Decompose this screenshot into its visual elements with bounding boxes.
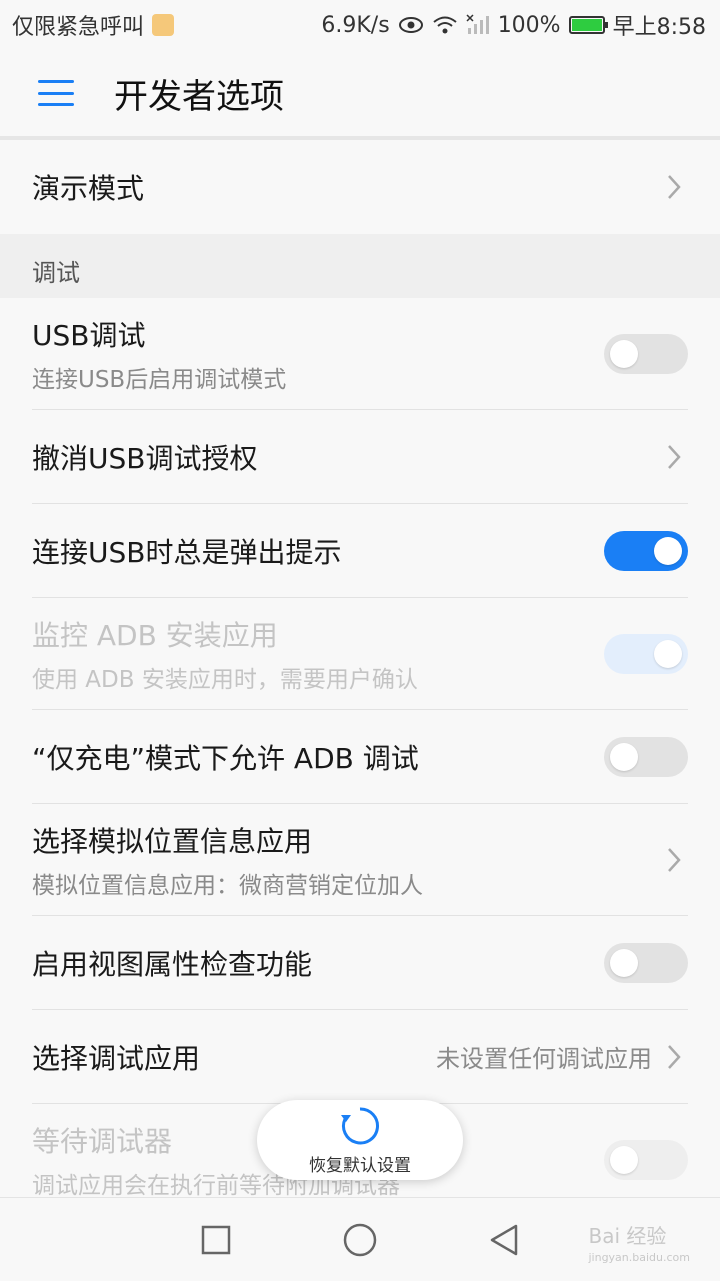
row-title: 连接USB时总是弹出提示	[32, 535, 342, 569]
notification-icon	[152, 14, 175, 36]
row-select-debug-app[interactable]: 选择调试应用 未设置任何调试应用	[32, 1010, 688, 1104]
row-monitor-adb: 监控 ADB 安装应用 使用 ADB 安装应用时，需要用户确认	[32, 598, 688, 710]
row-title: “仅充电”模式下允许 ADB 调试	[32, 741, 419, 775]
row-subtitle: 使用 ADB 安装应用时，需要用户确认	[32, 666, 418, 693]
row-title: 启用视图属性检查功能	[32, 947, 313, 981]
row-usb-prompt[interactable]: 连接USB时总是弹出提示	[32, 504, 688, 598]
watermark-brand: Bai 经验	[588, 1224, 667, 1248]
usb-prompt-toggle[interactable]	[604, 530, 688, 571]
back-icon[interactable]	[488, 1223, 520, 1257]
eye-icon	[398, 17, 423, 33]
restore-defaults-button[interactable]: 恢复默认设置	[257, 1100, 463, 1180]
watermark-url: jingyan.baidu.com	[588, 1251, 690, 1264]
row-title: 监控 ADB 安装应用	[32, 618, 278, 652]
row-subtitle: 连接USB后启用调试模式	[32, 366, 287, 393]
monitor-adb-toggle	[604, 633, 688, 674]
row-demo-mode[interactable]: 演示模式	[32, 140, 688, 234]
recents-icon[interactable]	[200, 1224, 232, 1256]
network-speed: 6.9K/s	[321, 12, 390, 38]
row-title: 选择调试应用	[32, 1041, 201, 1075]
signal-icon	[466, 14, 489, 34]
row-value: 未设置任何调试应用	[436, 1045, 652, 1073]
row-title: USB调试	[32, 318, 146, 352]
row-mock-location[interactable]: 选择模拟位置信息应用 模拟位置信息应用：微商营销定位加人	[32, 804, 688, 916]
watermark: Bai 经验 jingyan.baidu.com	[588, 1220, 690, 1264]
chevron-right-icon	[668, 444, 681, 469]
home-icon[interactable]	[342, 1222, 378, 1258]
row-title: 选择模拟位置信息应用	[32, 824, 313, 858]
battery-icon	[568, 16, 608, 34]
page-title: 开发者选项	[114, 76, 284, 117]
carrier-text: 仅限紧急呼叫	[12, 15, 145, 40]
refresh-icon	[341, 1106, 379, 1144]
chevron-right-icon	[668, 175, 681, 199]
usb-debugging-toggle[interactable]	[604, 333, 688, 374]
wifi-icon	[433, 16, 457, 34]
section-header-debug: 调试	[0, 234, 720, 298]
wait-debugger-toggle	[604, 1140, 688, 1180]
charge-only-adb-toggle[interactable]	[604, 736, 688, 777]
chevron-right-icon	[668, 1044, 681, 1069]
row-view-attr-inspection[interactable]: 启用视图属性检查功能	[32, 916, 688, 1010]
settings-list[interactable]: 演示模式 调试 USB调试 连接USB后启用调试模式 撤消USB调试授权 连接U…	[0, 140, 720, 1197]
row-subtitle: 模拟位置信息应用：微商营销定位加人	[32, 872, 423, 899]
chevron-right-icon	[668, 847, 681, 872]
row-revoke-usb-auth[interactable]: 撤消USB调试授权	[32, 410, 688, 504]
restore-defaults-label: 恢复默认设置	[309, 1155, 411, 1176]
menu-icon[interactable]	[38, 80, 74, 106]
row-charge-only-adb[interactable]: “仅充电”模式下允许 ADB 调试	[32, 710, 688, 804]
view-attr-toggle[interactable]	[604, 942, 688, 983]
row-title: 撤消USB调试授权	[32, 441, 258, 475]
row-usb-debugging[interactable]: USB调试 连接USB后启用调试模式	[32, 298, 688, 410]
app-bar: 开发者选项	[0, 50, 720, 140]
battery-percent: 100%	[497, 12, 561, 38]
status-bar: 仅限紧急呼叫 6.9K/s 100% 早上8:58	[0, 0, 720, 50]
row-title: 演示模式	[32, 172, 145, 205]
clock: 早上8:58	[612, 15, 706, 40]
